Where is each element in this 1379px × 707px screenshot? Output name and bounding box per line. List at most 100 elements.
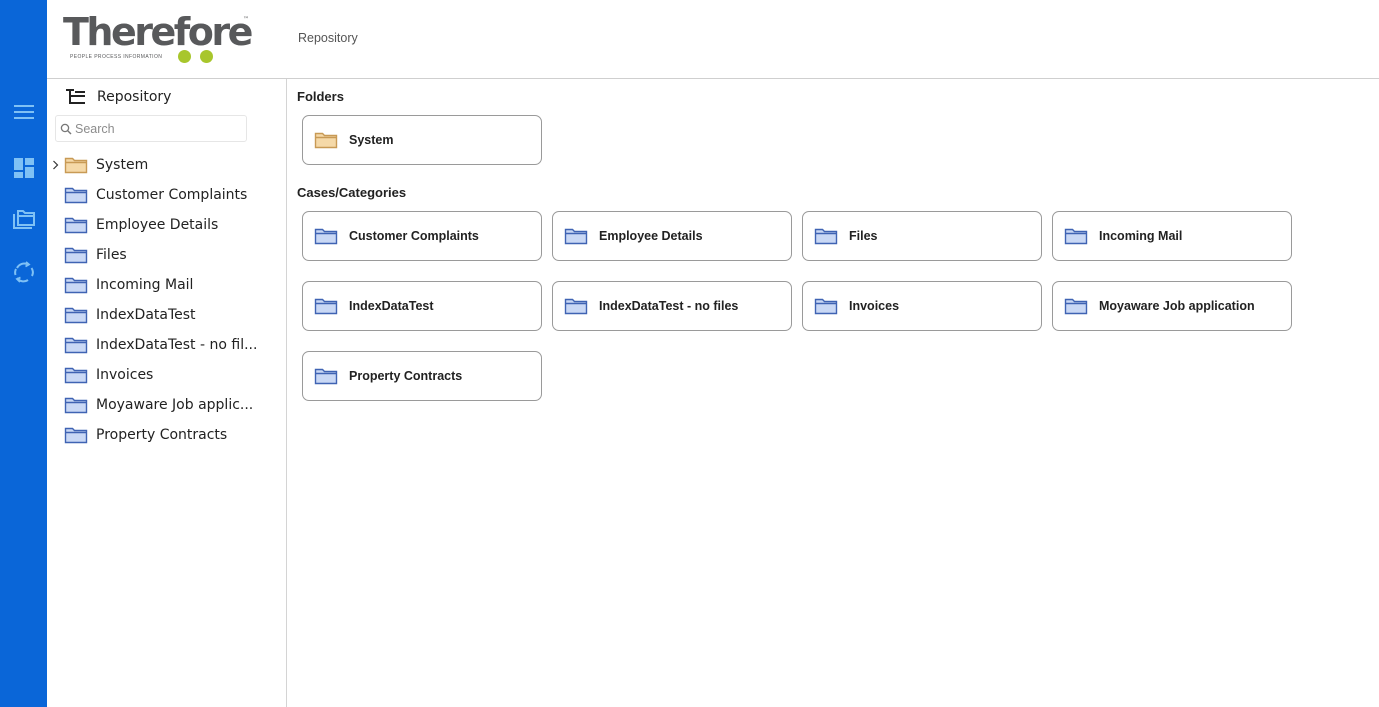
category-icon — [64, 396, 88, 414]
tree-item-label: Incoming Mail — [96, 277, 194, 293]
category-icon — [64, 216, 88, 234]
folder-card[interactable]: System — [302, 115, 542, 165]
category-icon — [814, 228, 838, 245]
card-label: IndexDataTest — [349, 299, 434, 313]
card-label: Incoming Mail — [1099, 229, 1183, 243]
tree-item[interactable]: Files — [47, 240, 287, 270]
category-icon — [64, 217, 88, 234]
tree-item-label: IndexDataTest - no fil... — [96, 337, 258, 353]
tree-item[interactable]: IndexDataTest — [47, 300, 287, 330]
tree-item-label: System — [96, 157, 149, 173]
category-card[interactable]: Customer Complaints — [302, 211, 542, 261]
category-card[interactable]: Files — [802, 211, 1042, 261]
folder-icon — [314, 131, 338, 149]
sidebar-title: Repository — [97, 89, 172, 105]
tree-item[interactable]: System — [47, 150, 287, 180]
tree-item-label: Files — [96, 247, 127, 263]
category-icon — [1064, 228, 1088, 245]
app-rail — [0, 0, 47, 707]
tree-item-label: Moyaware Job applic... — [96, 397, 254, 413]
category-icon — [64, 427, 88, 444]
logo-wordmark: Therefore — [63, 10, 253, 54]
category-icon — [64, 186, 88, 204]
card-label: Employee Details — [599, 229, 703, 243]
folder-icon — [314, 132, 338, 149]
category-icon — [64, 246, 88, 264]
category-card[interactable]: Employee Details — [552, 211, 792, 261]
repository-tree: System Customer Complaints Employee Detail… — [47, 150, 287, 450]
search-box[interactable] — [55, 115, 247, 142]
category-card[interactable]: Moyaware Job application — [1052, 281, 1292, 331]
therefore-logo[interactable]: Therefore ™ PEOPLE PROCESS INFORMATION — [63, 10, 253, 66]
category-icon — [64, 397, 88, 414]
logo-trademark: ™ — [243, 16, 249, 23]
category-icon — [564, 298, 588, 315]
tree-item-label: IndexDataTest — [96, 307, 196, 323]
category-icon — [564, 228, 588, 245]
category-card[interactable]: Incoming Mail — [1052, 211, 1292, 261]
tree-item[interactable]: Employee Details — [47, 210, 287, 240]
card-label: Files — [849, 229, 878, 243]
page-title: Repository — [298, 31, 358, 45]
tree-item[interactable]: Property Contracts — [47, 420, 287, 450]
category-icon — [314, 298, 338, 315]
category-icon — [64, 426, 88, 444]
category-icon — [564, 227, 588, 245]
category-icon — [314, 367, 338, 385]
category-icon — [64, 337, 88, 354]
category-icon — [814, 227, 838, 245]
main-content: Folders System Cases/Categories Customer… — [288, 79, 1379, 707]
dashboard-button[interactable] — [8, 152, 39, 183]
category-icon — [1064, 298, 1088, 315]
category-icon — [314, 227, 338, 245]
tree-item-label: Property Contracts — [96, 427, 228, 443]
card-label: Invoices — [849, 299, 900, 313]
tree-item[interactable]: Incoming Mail — [47, 270, 287, 300]
category-icon — [564, 297, 588, 315]
category-icon — [64, 187, 88, 204]
category-icon — [314, 228, 338, 245]
tree-item[interactable]: Invoices — [47, 360, 287, 390]
menu-button[interactable] — [8, 96, 39, 127]
category-card[interactable]: Property Contracts — [302, 351, 542, 401]
category-card[interactable]: IndexDataTest — [302, 281, 542, 331]
category-icon — [64, 306, 88, 324]
card-label: System — [349, 133, 394, 147]
tree-item-label: Customer Complaints — [96, 187, 248, 203]
search-input[interactable] — [75, 121, 235, 136]
tree-structure-icon — [66, 89, 85, 104]
card-label: Moyaware Job application — [1099, 299, 1255, 313]
category-icon — [814, 297, 838, 315]
sync-icon — [13, 260, 34, 283]
category-icon — [64, 277, 88, 294]
category-icon — [814, 298, 838, 315]
search-icon — [60, 123, 72, 134]
category-card[interactable]: IndexDataTest - no files — [552, 281, 792, 331]
category-icon — [64, 367, 88, 384]
folders-heading: Folders — [297, 89, 344, 104]
workflow-button[interactable] — [8, 256, 39, 287]
repository-button[interactable] — [8, 204, 39, 235]
sidebar-header[interactable]: Repository — [65, 87, 171, 107]
tree-item-label: Employee Details — [96, 217, 219, 233]
tree-item-label: Invoices — [96, 367, 154, 383]
folder-icon — [64, 156, 88, 174]
category-icon — [64, 247, 88, 264]
card-label: Property Contracts — [349, 369, 463, 383]
app-header: Therefore ™ PEOPLE PROCESS INFORMATION R… — [47, 0, 1379, 79]
category-icon — [64, 366, 88, 384]
dashboard-icon — [13, 157, 34, 178]
category-card[interactable]: Invoices — [802, 281, 1042, 331]
logo-dot — [200, 50, 213, 63]
repository-sidebar: Repository System Customer Complaints Empl… — [47, 79, 287, 707]
categories-heading: Cases/Categories — [297, 185, 407, 200]
category-icon — [64, 307, 88, 324]
folder-icon — [64, 157, 88, 174]
tree-item[interactable]: Moyaware Job applic... — [47, 390, 287, 420]
card-label: Customer Complaints — [349, 229, 479, 243]
category-icon — [314, 297, 338, 315]
tree-item[interactable]: IndexDataTest - no fil... — [47, 330, 287, 360]
chevron-right-icon[interactable] — [50, 158, 60, 172]
tree-item[interactable]: Customer Complaints — [47, 180, 287, 210]
card-label: IndexDataTest - no files — [599, 299, 739, 313]
